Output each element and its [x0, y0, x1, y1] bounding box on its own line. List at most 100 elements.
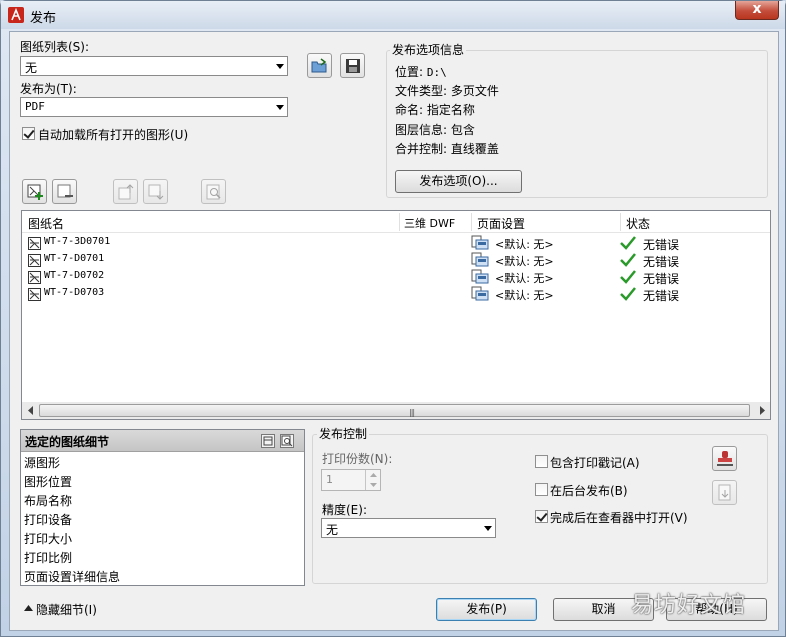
- save-disk-icon: [346, 59, 360, 73]
- details-preview-button[interactable]: [280, 434, 294, 448]
- scroll-right-icon[interactable]: [758, 406, 766, 415]
- layer-info-value: 包含: [450, 123, 475, 137]
- status-value: 无错误: [643, 238, 680, 252]
- hide-details-label: 隐藏细节(I): [36, 603, 97, 617]
- page-setup-icon: [471, 235, 489, 250]
- column-3d-dwf[interactable]: 三维 DWF: [404, 215, 455, 231]
- background-settings-button[interactable]: [712, 480, 737, 505]
- scroll-left-icon[interactable]: [27, 406, 35, 415]
- add-sheets-button[interactable]: [22, 179, 47, 204]
- details-collapse-button[interactable]: [261, 434, 275, 448]
- merge-control-label: 合并控制:: [395, 142, 448, 156]
- page-setup-value[interactable]: <默认: 无>: [495, 253, 554, 269]
- page-setup-icon: [471, 286, 489, 301]
- chevron-down-icon: [370, 483, 377, 487]
- add-sheet-icon: [27, 184, 43, 200]
- location-row: 位置: D:\: [395, 63, 447, 80]
- copies-label: 打印份数(N):: [322, 452, 393, 466]
- publish-to-value: PDF: [25, 100, 45, 113]
- table-row[interactable]: WT-7-D0701 <默认: 无> 无错误: [22, 252, 770, 269]
- scrollbar-thumb[interactable]: |||: [39, 404, 750, 417]
- move-sheet-down-button[interactable]: [143, 179, 168, 204]
- auto-load-checkbox[interactable]: [22, 127, 35, 140]
- spin-down-button[interactable]: [365, 480, 380, 490]
- close-button[interactable]: x: [735, 1, 779, 20]
- open-in-viewer-checkbox[interactable]: [535, 510, 548, 523]
- file-type-label: 文件类型:: [395, 84, 448, 98]
- layout-sheet-icon: [28, 271, 41, 284]
- grip-icon: |||: [409, 408, 415, 417]
- layout-sheet-icon: [28, 288, 41, 301]
- location-label: 位置:: [395, 65, 424, 79]
- sheet-name: WT-7-D0701: [44, 253, 105, 264]
- copies-spinner[interactable]: 1: [321, 469, 381, 491]
- move-up-icon: [118, 184, 134, 200]
- plot-stamp-settings-button[interactable]: [712, 446, 737, 471]
- layout-sheet-icon: [28, 237, 41, 250]
- check-icon: [620, 270, 636, 284]
- save-sheet-list-button[interactable]: [340, 53, 365, 78]
- folder-open-icon: [311, 58, 327, 73]
- table-row[interactable]: WT-7-D0702 <默认: 无> 无错误: [22, 269, 770, 286]
- layer-info-label: 图层信息:: [395, 123, 448, 137]
- detail-plot-device: 打印设备: [24, 513, 73, 527]
- move-down-icon: [148, 184, 164, 200]
- selected-sheet-details-panel: 选定的图纸细节 源图形 图形位置 布局名称 打印设备 打印大小 打印比例 页面设…: [20, 429, 305, 586]
- magnifier-preview-icon: [206, 184, 221, 200]
- detail-plot-scale: 打印比例: [24, 551, 73, 565]
- preview-button[interactable]: [201, 179, 226, 204]
- document-download-icon: [718, 484, 731, 501]
- publish-to-dropdown[interactable]: PDF: [20, 97, 288, 117]
- close-icon: x: [752, 1, 762, 17]
- file-type-value: 多页文件: [450, 84, 499, 98]
- sheet-list-dropdown[interactable]: 无: [20, 56, 288, 76]
- page-setup-value[interactable]: <默认: 无>: [495, 287, 554, 303]
- column-sheet-name[interactable]: 图纸名: [28, 215, 64, 232]
- precision-dropdown[interactable]: 无: [321, 518, 496, 538]
- merge-control-value: 直线覆盖: [450, 142, 499, 156]
- remove-sheets-button[interactable]: [52, 179, 77, 204]
- publish-dialog: 发布 x 图纸列表(S): 无 发布为(T): PDF 自动加载所有打开的图形(…: [0, 0, 786, 637]
- sheet-table-header: 图纸名 三维 DWF 页面设置 状态: [22, 211, 770, 233]
- table-row[interactable]: WT-7-D0703 <默认: 无> 无错误: [22, 286, 770, 303]
- precision-value: 无: [326, 523, 339, 537]
- dialog-body: 图纸列表(S): 无 发布为(T): PDF 自动加载所有打开的图形(U) 发布…: [9, 31, 779, 631]
- check-icon: [620, 287, 636, 301]
- status-value: 无错误: [643, 255, 680, 269]
- publish-options-button[interactable]: 发布选项(O)...: [395, 170, 522, 193]
- details-header: 选定的图纸细节: [21, 430, 304, 452]
- sheet-table: 图纸名 三维 DWF 页面设置 状态 WT-7-3D0701 <默认: 无> 无…: [21, 210, 771, 420]
- naming-label: 命名:: [395, 103, 424, 117]
- load-sheet-list-button[interactable]: [307, 53, 332, 78]
- page-setup-icon: [471, 269, 489, 284]
- publish-in-background-checkbox[interactable]: [535, 483, 548, 496]
- horizontal-scrollbar[interactable]: |||: [22, 402, 770, 419]
- location-value: D:\: [426, 66, 447, 79]
- status-value: 无错误: [643, 289, 680, 303]
- sheet-name: WT-7-D0702: [44, 270, 105, 281]
- check-icon: [620, 236, 636, 250]
- sheet-name: WT-7-D0703: [44, 287, 105, 298]
- sheet-name: WT-7-3D0701: [44, 236, 111, 247]
- include-plot-stamp-checkbox[interactable]: [535, 455, 548, 468]
- detail-plot-size: 打印大小: [24, 532, 73, 546]
- chevron-down-icon: [276, 105, 284, 110]
- column-divider: [620, 213, 621, 231]
- publish-to-label: 发布为(T):: [20, 82, 77, 96]
- file-type-row: 文件类型: 多页文件: [395, 82, 499, 99]
- page-setup-value[interactable]: <默认: 无>: [495, 236, 554, 252]
- move-sheet-up-button[interactable]: [113, 179, 138, 204]
- publish-button[interactable]: 发布(P): [436, 598, 537, 621]
- table-row[interactable]: WT-7-3D0701 <默认: 无> 无错误: [22, 235, 770, 252]
- column-page-setup[interactable]: 页面设置: [477, 215, 525, 232]
- spin-up-button[interactable]: [365, 470, 380, 480]
- column-divider: [471, 213, 472, 231]
- autocad-logo-icon: [8, 7, 24, 23]
- naming-value: 指定名称: [426, 103, 475, 117]
- chevron-up-icon: [24, 605, 33, 611]
- detail-source-drawing: 源图形: [24, 456, 61, 470]
- page-setup-value[interactable]: <默认: 无>: [495, 270, 554, 286]
- page-setup-icon: [471, 252, 489, 267]
- column-status[interactable]: 状态: [626, 215, 650, 232]
- details-title: 选定的图纸细节: [25, 435, 110, 449]
